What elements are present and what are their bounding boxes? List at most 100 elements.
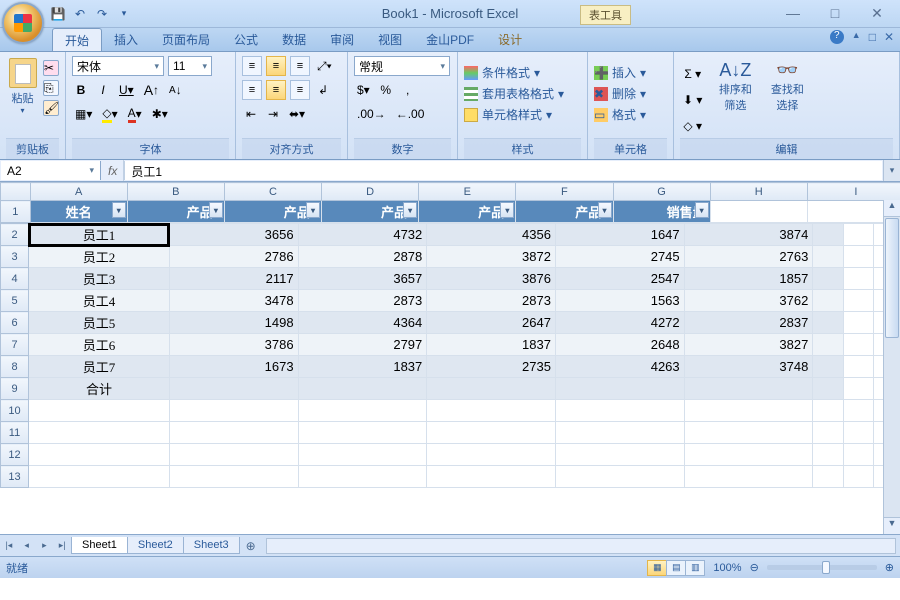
align-bottom-button[interactable]: ≡ bbox=[290, 56, 310, 76]
cell[interactable]: 4263 bbox=[555, 356, 684, 378]
qat-more-icon[interactable]: ▾ bbox=[116, 6, 132, 22]
row-header[interactable]: 4 bbox=[1, 268, 29, 290]
col-header[interactable]: F bbox=[516, 183, 613, 201]
cell[interactable] bbox=[843, 246, 874, 268]
cell[interactable] bbox=[813, 378, 844, 400]
cell[interactable] bbox=[843, 224, 874, 246]
table-header-cell[interactable]: 姓名▾ bbox=[30, 201, 127, 223]
scroll-thumb[interactable] bbox=[885, 218, 899, 338]
underline-button[interactable]: U▾ bbox=[116, 80, 137, 100]
table-header-cell[interactable]: 产品1▾ bbox=[127, 201, 224, 223]
cell[interactable]: 2763 bbox=[684, 246, 813, 268]
increase-decimal-button[interactable]: .00→ bbox=[354, 104, 389, 124]
col-header[interactable]: B bbox=[127, 183, 224, 201]
row-header[interactable]: 7 bbox=[1, 334, 29, 356]
tab-review[interactable]: 审阅 bbox=[318, 28, 366, 51]
row-header[interactable]: 3 bbox=[1, 246, 29, 268]
tab-page-layout[interactable]: 页面布局 bbox=[150, 28, 222, 51]
cell[interactable] bbox=[169, 444, 298, 466]
cell[interactable]: 1563 bbox=[555, 290, 684, 312]
row-header[interactable]: 10 bbox=[1, 400, 29, 422]
cell[interactable] bbox=[298, 422, 427, 444]
table-header-cell[interactable]: 产品5▾ bbox=[516, 201, 613, 223]
cell[interactable] bbox=[843, 466, 874, 488]
zoom-level[interactable]: 100% bbox=[713, 562, 741, 574]
row-header[interactable]: 5 bbox=[1, 290, 29, 312]
align-center-button[interactable]: ≡ bbox=[266, 80, 286, 100]
cell[interactable]: 2735 bbox=[427, 356, 556, 378]
undo-icon[interactable]: ↶ bbox=[72, 6, 88, 22]
filter-button[interactable]: ▾ bbox=[112, 202, 126, 218]
cell[interactable]: 4356 bbox=[427, 224, 556, 246]
cell[interactable]: 2873 bbox=[298, 290, 427, 312]
cell[interactable] bbox=[684, 378, 813, 400]
align-left-button[interactable]: ≡ bbox=[242, 80, 262, 100]
cell[interactable]: 3656 bbox=[169, 224, 298, 246]
cell[interactable] bbox=[169, 378, 298, 400]
sheet-tab[interactable]: Sheet3 bbox=[183, 537, 240, 554]
wrap-text-button[interactable]: ↲ bbox=[314, 80, 332, 100]
cell[interactable] bbox=[813, 444, 844, 466]
tab-data[interactable]: 数据 bbox=[270, 28, 318, 51]
window-maximize-button[interactable]: □ bbox=[820, 5, 850, 22]
cell[interactable] bbox=[813, 422, 844, 444]
col-header[interactable]: D bbox=[322, 183, 419, 201]
cell[interactable] bbox=[555, 400, 684, 422]
cell[interactable]: 1673 bbox=[169, 356, 298, 378]
workbook-close-button[interactable]: ✕ bbox=[884, 30, 894, 44]
clear-button[interactable]: ◇ ▾ bbox=[680, 116, 705, 136]
cell[interactable]: 员工1 bbox=[29, 224, 170, 246]
row-header[interactable]: 1 bbox=[1, 201, 31, 223]
cell[interactable]: 4364 bbox=[298, 312, 427, 334]
cell[interactable]: 3786 bbox=[169, 334, 298, 356]
horizontal-scrollbar[interactable] bbox=[266, 538, 896, 554]
delete-cells-button[interactable]: ✖删除 ▾ bbox=[594, 83, 667, 104]
cell[interactable] bbox=[843, 356, 874, 378]
col-header[interactable]: H bbox=[710, 183, 807, 201]
align-right-button[interactable]: ≡ bbox=[290, 80, 310, 100]
cell[interactable] bbox=[427, 400, 556, 422]
decrease-decimal-button[interactable]: ←.00 bbox=[393, 104, 428, 124]
tab-insert[interactable]: 插入 bbox=[102, 28, 150, 51]
new-sheet-button[interactable]: ⊕ bbox=[240, 537, 262, 555]
cell[interactable] bbox=[813, 466, 844, 488]
paste-button[interactable]: 粘贴 ▾ bbox=[6, 56, 39, 115]
help-icon[interactable]: ? bbox=[830, 30, 844, 44]
prev-sheet-button[interactable]: ◂ bbox=[18, 540, 36, 551]
filter-button[interactable]: ▾ bbox=[209, 202, 223, 218]
tab-home[interactable]: 开始 bbox=[52, 28, 102, 51]
cell[interactable]: 2873 bbox=[427, 290, 556, 312]
row-header[interactable]: 8 bbox=[1, 356, 29, 378]
cell[interactable] bbox=[710, 201, 807, 223]
cell[interactable] bbox=[29, 400, 170, 422]
cell[interactable] bbox=[813, 312, 844, 334]
cell[interactable] bbox=[684, 400, 813, 422]
select-all-corner[interactable] bbox=[1, 183, 31, 201]
filter-button[interactable]: ▾ bbox=[306, 202, 320, 218]
cell[interactable] bbox=[813, 290, 844, 312]
vertical-scrollbar[interactable]: ▲ ▼ bbox=[883, 200, 900, 534]
accounting-format-button[interactable]: $▾ bbox=[354, 80, 373, 100]
comma-button[interactable]: , bbox=[399, 80, 417, 100]
orientation-button[interactable]: ⤢▾ bbox=[314, 56, 335, 76]
zoom-out-button[interactable]: ⊖ bbox=[750, 561, 759, 574]
ribbon-minimize-button[interactable]: ▲ bbox=[852, 30, 861, 44]
cell[interactable] bbox=[843, 378, 874, 400]
filter-button[interactable]: ▾ bbox=[500, 202, 514, 218]
first-sheet-button[interactable]: |◂ bbox=[0, 540, 18, 551]
cell[interactable] bbox=[555, 422, 684, 444]
cell[interactable] bbox=[843, 290, 874, 312]
cell[interactable]: 3872 bbox=[427, 246, 556, 268]
cell[interactable] bbox=[843, 312, 874, 334]
bold-button[interactable]: B bbox=[72, 80, 90, 100]
window-minimize-button[interactable]: — bbox=[778, 5, 808, 22]
conditional-format-button[interactable]: 条件格式 ▾ bbox=[464, 62, 581, 83]
cell[interactable]: 3827 bbox=[684, 334, 813, 356]
col-header[interactable]: C bbox=[224, 183, 321, 201]
cell[interactable]: 员工7 bbox=[29, 356, 170, 378]
format-as-table-button[interactable]: 套用表格格式 ▾ bbox=[464, 83, 581, 104]
cell[interactable]: 3657 bbox=[298, 268, 427, 290]
normal-view-button[interactable]: ▦ bbox=[647, 560, 667, 576]
align-middle-button[interactable]: ≡ bbox=[266, 56, 286, 76]
table-header-cell[interactable]: 产品2▾ bbox=[224, 201, 321, 223]
